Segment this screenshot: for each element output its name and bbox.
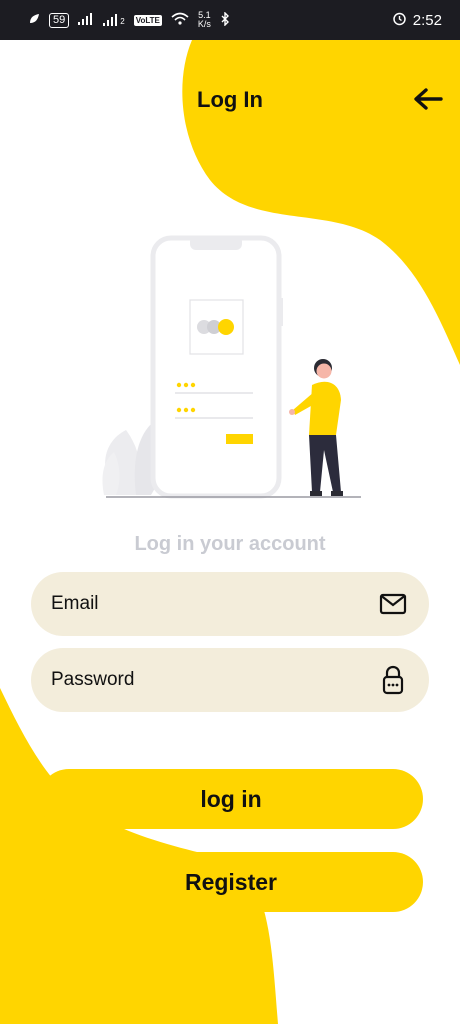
network-speed: 5.1 K/s — [198, 11, 211, 29]
alarm-icon — [392, 11, 407, 30]
arrow-left-icon — [413, 87, 443, 116]
signal-sim2-icon: 2 — [103, 14, 125, 26]
login-button[interactable]: log in — [39, 769, 423, 829]
status-bar: 59 2 VoLTE 5.1 K/s 2:52 — [0, 0, 460, 40]
speed-unit: K/s — [197, 19, 211, 29]
leaf-icon — [28, 13, 40, 28]
back-button[interactable] — [408, 84, 448, 118]
wifi-icon — [171, 12, 189, 28]
page-title: Log In — [197, 87, 263, 112]
bluetooth-icon — [220, 10, 230, 29]
signal-icon — [78, 12, 94, 28]
login-subtitle: Log in your account — [134, 533, 326, 555]
sim2-label: 2 — [120, 17, 125, 26]
password-field-container — [31, 648, 429, 712]
phone-frame — [150, 235, 282, 499]
password-input[interactable] — [51, 669, 379, 691]
volte-icon: VoLTE — [133, 14, 162, 26]
login-illustration — [102, 235, 361, 499]
battery-level: 59 — [49, 12, 70, 28]
register-button[interactable]: Register — [39, 852, 423, 912]
email-input[interactable] — [51, 593, 379, 615]
mail-icon — [379, 590, 407, 618]
app-header: Log In — [0, 40, 460, 160]
clock-time: 2:52 — [412, 11, 442, 29]
email-field-container — [31, 572, 429, 636]
lock-icon — [379, 665, 407, 695]
